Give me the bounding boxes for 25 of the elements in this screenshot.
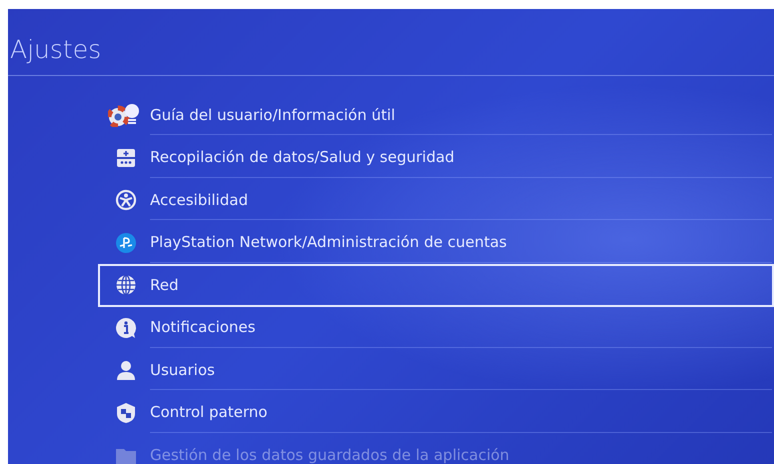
playstation-icon — [115, 232, 137, 254]
settings-menu-item[interactable]: Red — [98, 264, 774, 306]
info-icon — [115, 316, 137, 339]
settings-menu-item[interactable]: Control paterno — [98, 392, 774, 434]
settings-menu-item[interactable]: Usuarios — [98, 349, 774, 392]
menu-item-label: Notificaciones — [150, 318, 256, 336]
accessibility-icon — [115, 189, 137, 212]
panel-icon — [115, 146, 137, 169]
menu-item-label: Gestión de los datos guardados de la aplicación — [150, 446, 510, 464]
menu-item-label: Recopilación de datos/Salud y seguridad — [150, 148, 454, 166]
globe-icon — [115, 274, 137, 296]
menu-item-label: Usuarios — [150, 360, 215, 379]
settings-menu-item[interactable]: Guía del usuario/Información útil — [98, 94, 774, 136]
screen-title: Ajustes — [8, 9, 774, 76]
user-icon — [115, 359, 137, 382]
menu-item-label: Guía del usuario/Información útil — [150, 106, 396, 124]
menu-item-label: Red — [150, 276, 178, 294]
shield-icon — [115, 402, 137, 424]
menu-item-label: Control paterno — [150, 403, 268, 422]
settings-menu-item[interactable]: Recopilación de datos/Salud y seguridad — [98, 136, 774, 179]
settings-menu-item[interactable]: Notificaciones — [98, 306, 774, 349]
settings-menu-item[interactable]: PlayStation Network/Administración de cuentas — [98, 222, 774, 264]
settings-menu-item[interactable]: Accesibilidad — [98, 179, 774, 222]
menu-item-label: PlayStation Network/Administración de cuentas — [150, 233, 507, 252]
menu-item-label: Accesibilidad — [150, 190, 248, 209]
